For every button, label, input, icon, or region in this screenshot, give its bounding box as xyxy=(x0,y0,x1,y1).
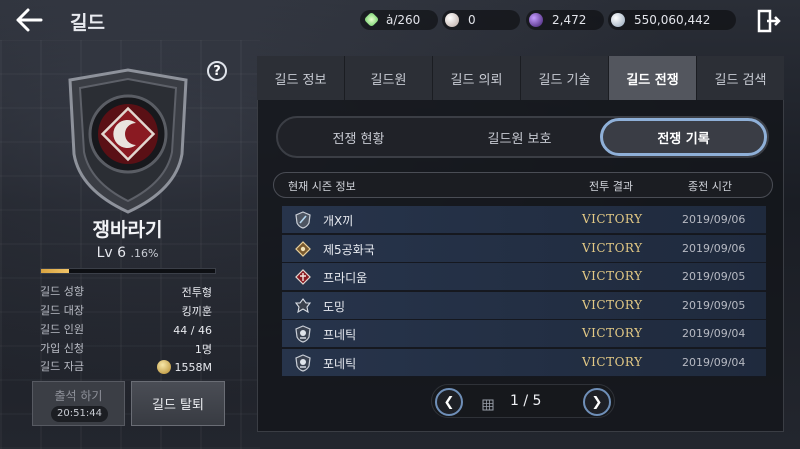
guild-info-members: 길드 인원 44 / 46 xyxy=(40,323,212,337)
guild-crest-icon xyxy=(294,211,312,229)
column-time: 종전 시간 xyxy=(688,180,732,193)
silver-coin-icon xyxy=(611,13,625,27)
crystal-resource: ȧ/260 xyxy=(360,10,438,30)
pearl-icon xyxy=(445,13,459,27)
silver-resource: 550,060,442 xyxy=(608,10,736,30)
tab-guild-search[interactable]: 길드 검색 xyxy=(697,56,784,100)
exit-door-icon[interactable] xyxy=(756,8,782,34)
pagination: ❮ 1 / 5 ❯ xyxy=(431,384,615,418)
table-row[interactable]: 도밍 VICTORY 2019/09/05 xyxy=(282,291,766,320)
orb-icon xyxy=(529,13,543,27)
tab-guild-war[interactable]: 길드 전쟁 xyxy=(609,56,697,100)
top-bar: 길드 ȧ/260 0 2,472 550,060,442 xyxy=(0,0,800,40)
guild-emblem xyxy=(58,66,198,216)
tab-guild-info[interactable]: 길드 정보 xyxy=(257,56,345,100)
help-icon[interactable]: ? xyxy=(207,61,227,81)
war-subtabs: 전쟁 현황 길드원 보호 전쟁 기록 xyxy=(276,116,769,158)
table-row[interactable]: 포네틱 VICTORY 2019/09/04 xyxy=(282,348,766,377)
table-row[interactable]: 프라디움 VICTORY 2019/09/05 xyxy=(282,263,766,291)
guild-crest-icon xyxy=(294,325,312,343)
table-row[interactable]: 프네틱 VICTORY 2019/09/04 xyxy=(282,320,766,348)
guild-exp-percent: .16% xyxy=(130,247,159,260)
guild-crest-icon xyxy=(294,268,312,286)
orb-resource: 2,472 xyxy=(526,10,604,30)
prev-page-icon[interactable]: ❮ xyxy=(435,388,463,416)
page-indicator: 1 / 5 xyxy=(510,393,542,409)
guild-info-leader: 길드 대장 킹끼훈 xyxy=(40,304,212,318)
guild-tabs: 길드 정보 길드원 길드 의뢰 길드 기술 길드 전쟁 길드 검색 xyxy=(257,56,784,100)
table-header: 현재 시즌 정보 전투 결과 종전 시간 xyxy=(273,172,773,198)
guild-exp-fill xyxy=(41,269,69,273)
subtab-war-status[interactable]: 전쟁 현황 xyxy=(278,118,439,156)
back-arrow-icon[interactable] xyxy=(14,6,44,34)
table-row[interactable]: 제5공화국 VICTORY 2019/09/06 xyxy=(282,234,766,263)
tab-guild-skills[interactable]: 길드 기술 xyxy=(521,56,609,100)
attend-button[interactable]: 출석 하기 20:51:44 xyxy=(32,381,125,426)
attend-timer: 20:51:44 xyxy=(51,406,108,422)
guild-level: Lv 6 .16% xyxy=(96,245,159,261)
table-row[interactable]: 개X끼 VICTORY 2019/09/06 xyxy=(282,206,766,234)
guild-info-applications: 가입 신청 1명 xyxy=(40,342,212,356)
subtab-member-protection[interactable]: 길드원 보호 xyxy=(439,118,600,156)
guild-exp-bar xyxy=(40,268,216,274)
page-title: 길드 xyxy=(70,12,105,34)
tab-guild-requests[interactable]: 길드 의뢰 xyxy=(433,56,521,100)
leave-guild-button[interactable]: 길드 탈퇴 xyxy=(131,381,225,426)
war-record-list: 개X끼 VICTORY 2019/09/06 제5공화국 VICTORY 201… xyxy=(282,206,766,377)
tab-guild-members[interactable]: 길드원 xyxy=(345,56,433,100)
subtab-war-record[interactable]: 전쟁 기록 xyxy=(600,118,767,156)
next-page-icon[interactable]: ❯ xyxy=(583,388,611,416)
guild-crest-icon xyxy=(294,240,312,258)
guild-info-funds: 길드 자금 1558M xyxy=(40,360,212,374)
column-season: 현재 시즌 정보 xyxy=(288,180,356,193)
column-result: 전투 결과 xyxy=(589,180,633,193)
gold-coin-icon xyxy=(156,360,171,374)
guild-crest-icon xyxy=(294,353,312,372)
pearl-resource: 0 xyxy=(442,10,520,30)
page-grid-icon[interactable] xyxy=(482,396,494,411)
crystal-icon xyxy=(363,11,380,28)
guild-name: 쟁바라기 xyxy=(92,219,163,241)
guild-info-tendency: 길드 성향 전투형 xyxy=(40,285,212,299)
guild-crest-icon xyxy=(294,297,312,315)
